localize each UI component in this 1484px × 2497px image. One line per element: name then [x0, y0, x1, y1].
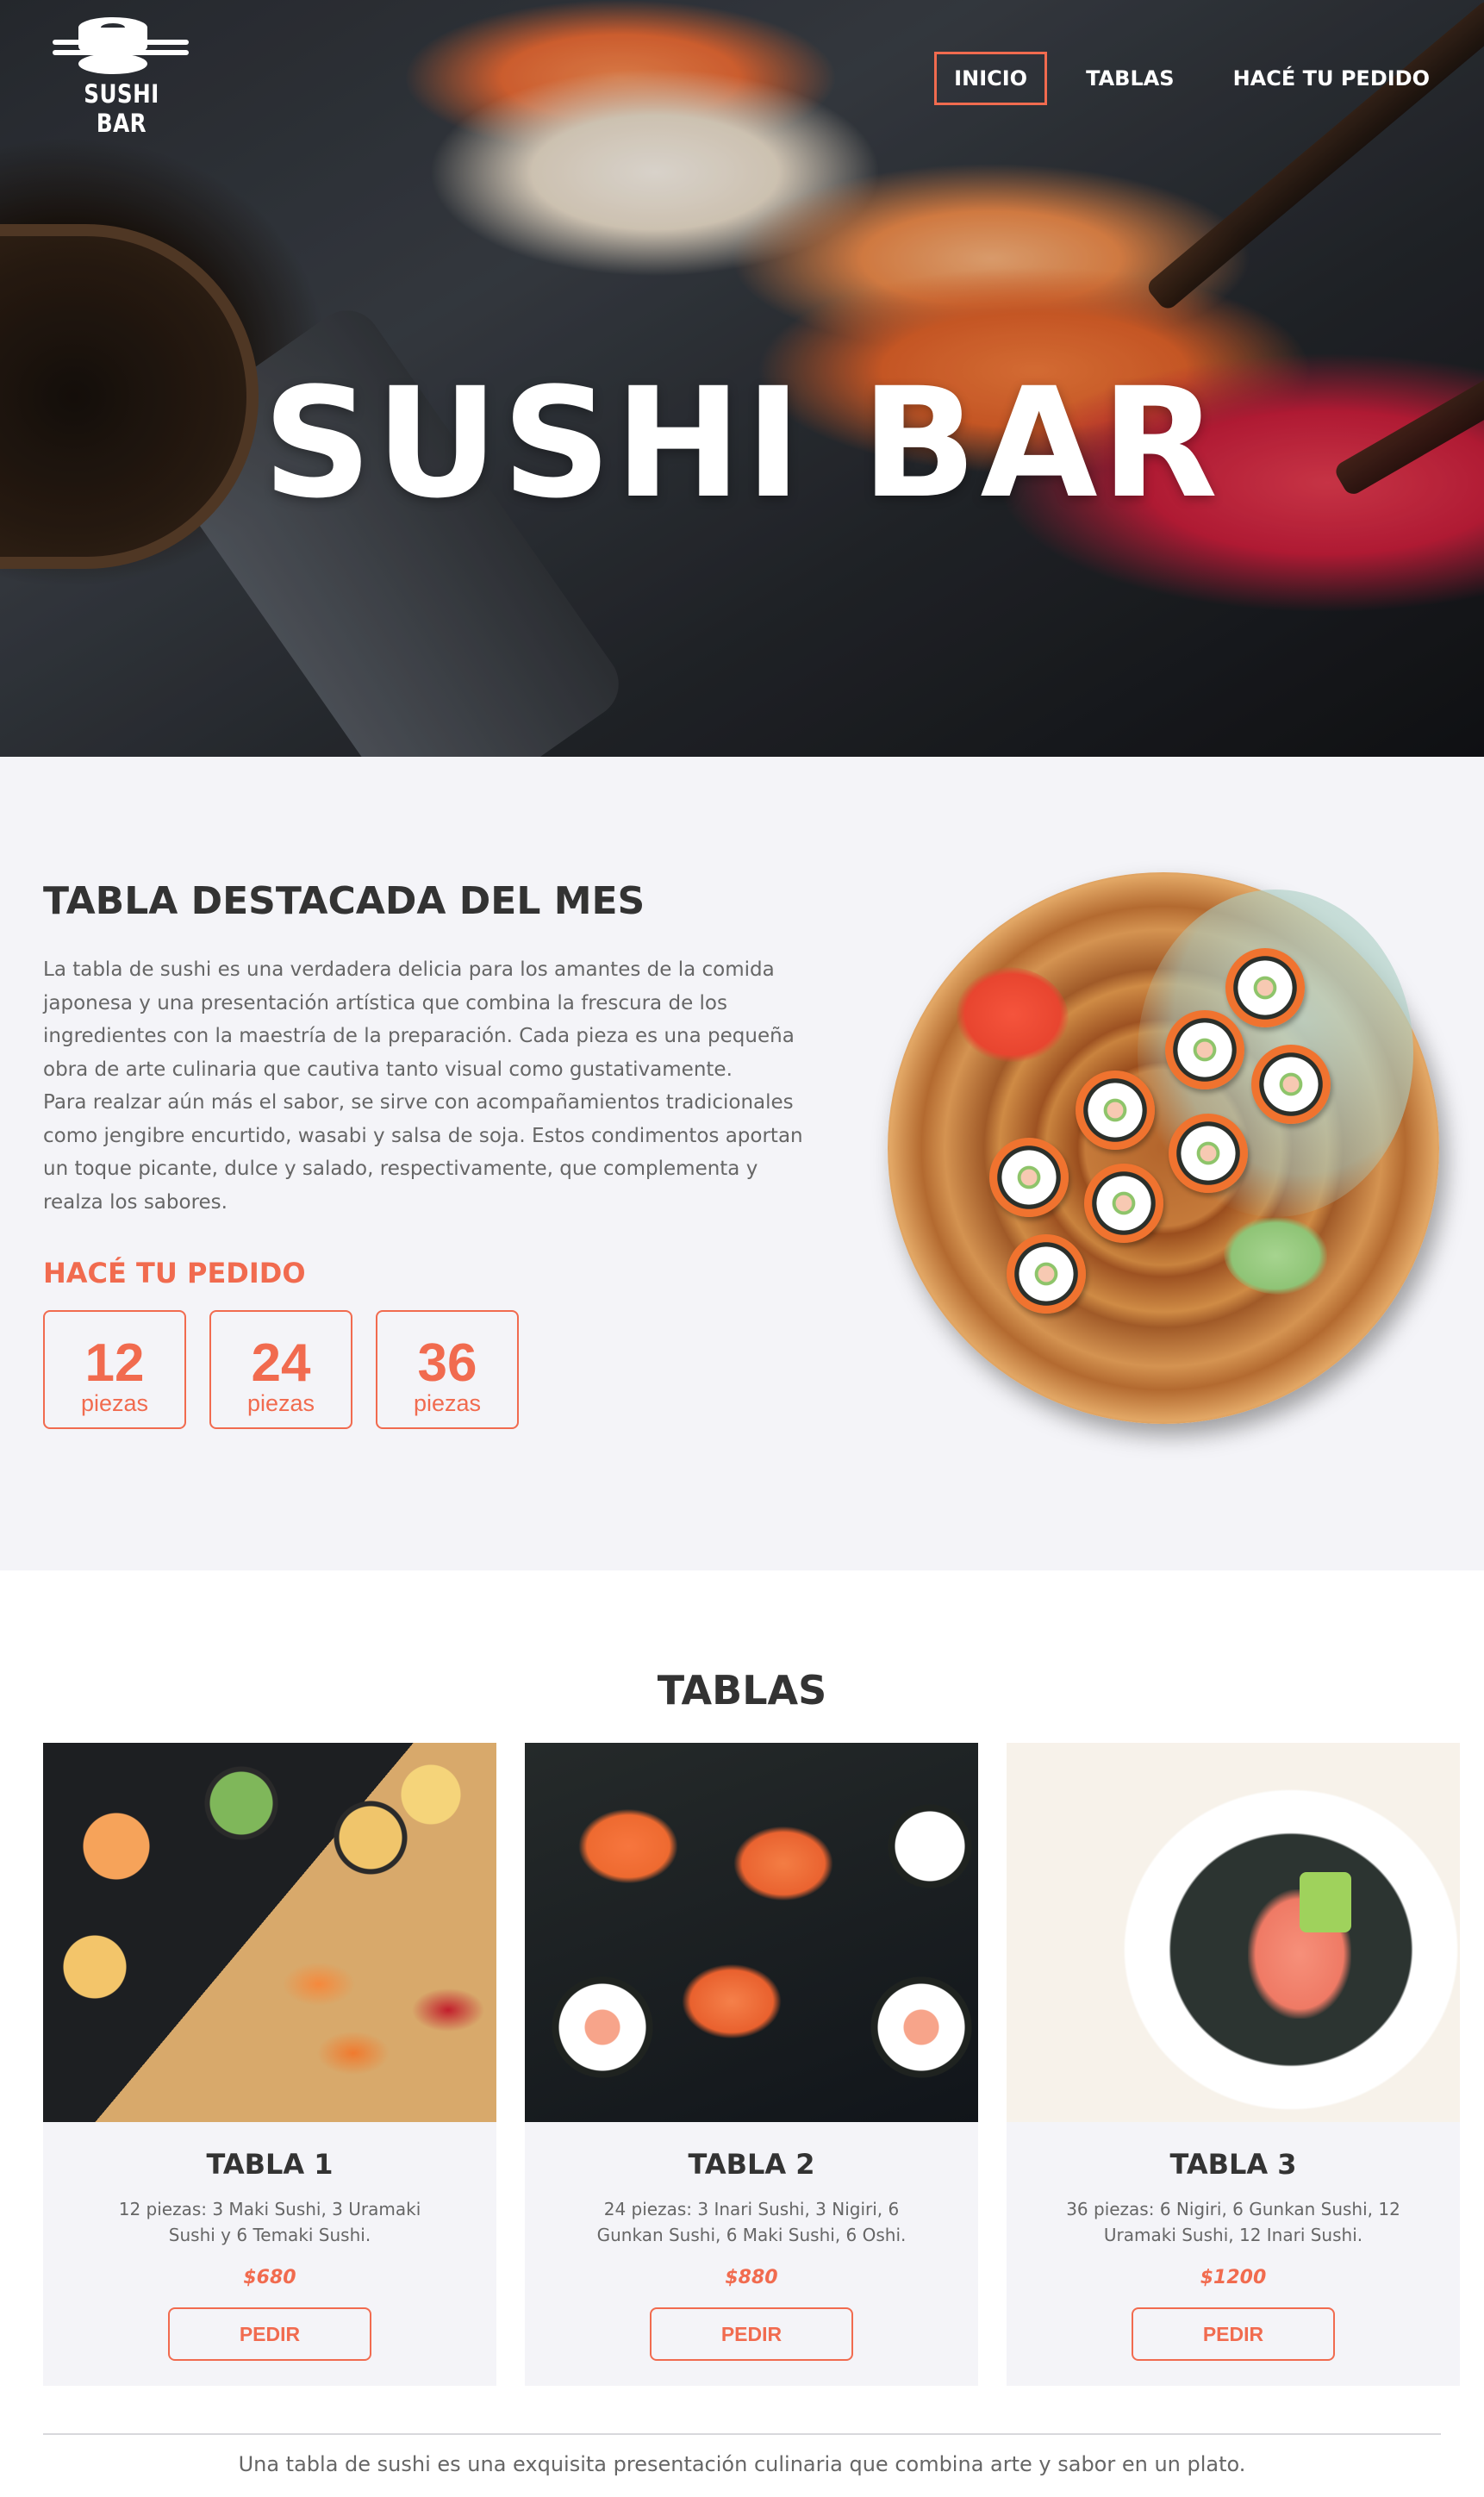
- sushi-roll: [1165, 1010, 1244, 1089]
- sushi-roll: [1169, 1114, 1248, 1193]
- card-price: $680: [243, 2267, 296, 2288]
- card-price: $880: [725, 2267, 778, 2288]
- card-description: 12 piezas: 3 Maki Sushi, 3 Uramaki Sushi…: [118, 2199, 421, 2245]
- brand-logo-text: SUSHI BAR: [84, 79, 159, 138]
- featured-description: La tabla de sushi es una verdadera delic…: [43, 953, 810, 1219]
- quantity-option-12[interactable]: 12 piezas: [43, 1310, 186, 1429]
- quantity-unit: piezas: [80, 1390, 149, 1416]
- tablas-title: TABLAS: [657, 1667, 827, 1714]
- sushi-roll: [1225, 948, 1305, 1027]
- card-description: 36 piezas: 6 Nigiri, 6 Gunkan Sushi, 12 …: [1066, 2199, 1400, 2245]
- pedir-button[interactable]: PEDIR: [168, 2307, 371, 2361]
- quantity-options: 12 piezas 24 piezas 36 piezas: [43, 1310, 519, 1429]
- sushi-roll: [1084, 1164, 1163, 1243]
- footer-divider: [43, 2433, 1441, 2435]
- pedir-button[interactable]: PEDIR: [1132, 2307, 1335, 2361]
- card-title: TABLA 2: [688, 2148, 815, 2181]
- wasabi-garnish: [1224, 1217, 1327, 1295]
- sushi-roll: [1251, 1045, 1331, 1124]
- sushi-roll: [1076, 1071, 1155, 1150]
- tablas-cards: TABLA 1 12 piezas: 3 Maki Sushi, 3 Urama…: [43, 1743, 1460, 2386]
- card-description: 24 piezas: 3 Inari Sushi, 3 Nigiri, 6 Gu…: [596, 2199, 907, 2245]
- quantity-number: 24: [251, 1333, 311, 1393]
- pedir-button[interactable]: PEDIR: [650, 2307, 853, 2361]
- quantity-number: 12: [84, 1333, 145, 1393]
- quantity-option-36[interactable]: 36 piezas: [376, 1310, 519, 1429]
- featured-sushi-plate-image: [888, 872, 1439, 1424]
- hero-banner: SUSHI BAR INICIO TABLAS HACÉ TU PEDIDO S…: [0, 0, 1484, 757]
- featured-section: TABLA DESTACADA DEL MES La tabla de sush…: [0, 757, 1484, 1570]
- featured-paragraph: La tabla de sushi es una verdadera delic…: [43, 958, 795, 1081]
- main-navigation: INICIO TABLAS HACÉ TU PEDIDO: [934, 52, 1450, 105]
- tabla-2-image: [525, 1743, 978, 2122]
- featured-paragraph: Para realzar aún más el sabor, se sirve …: [43, 1091, 803, 1214]
- quantity-option-24[interactable]: 24 piezas: [209, 1310, 352, 1429]
- nav-item-hace-tu-pedido[interactable]: HACÉ TU PEDIDO: [1213, 52, 1450, 105]
- quantity-number: 36: [417, 1333, 477, 1393]
- card-title: TABLA 3: [1169, 2148, 1297, 2181]
- sushi-roll: [1007, 1234, 1086, 1314]
- featured-title: TABLA DESTACADA DEL MES: [43, 879, 645, 923]
- sushi-roll: [989, 1138, 1069, 1217]
- nav-item-inicio[interactable]: INICIO: [934, 52, 1048, 105]
- tabla-3-image: [1007, 1743, 1460, 2122]
- tabla-card: TABLA 2 24 piezas: 3 Inari Sushi, 3 Nigi…: [525, 1743, 978, 2386]
- card-price: $1200: [1200, 2267, 1267, 2288]
- footer-text: Una tabla de sushi es una exquisita pres…: [238, 2452, 1246, 2476]
- sushi-logo-icon: [53, 17, 189, 74]
- quantity-unit: piezas: [246, 1390, 315, 1416]
- ginger-garnish: [957, 967, 1069, 1062]
- brand-logo[interactable]: SUSHI BAR: [48, 16, 195, 138]
- avocado-filling: [1300, 1872, 1351, 1932]
- hero-title: SUSHI BAR: [262, 355, 1222, 532]
- tabla-card: TABLA 3 36 piezas: 6 Nigiri, 6 Gunkan Su…: [1007, 1743, 1460, 2386]
- nav-item-tablas[interactable]: TABLAS: [1066, 52, 1194, 105]
- card-title: TABLA 1: [206, 2148, 334, 2181]
- order-title: HACÉ TU PEDIDO: [43, 1257, 306, 1289]
- tabla-card: TABLA 1 12 piezas: 3 Maki Sushi, 3 Urama…: [43, 1743, 496, 2386]
- tabla-1-image: [43, 1743, 496, 2122]
- quantity-unit: piezas: [413, 1390, 482, 1416]
